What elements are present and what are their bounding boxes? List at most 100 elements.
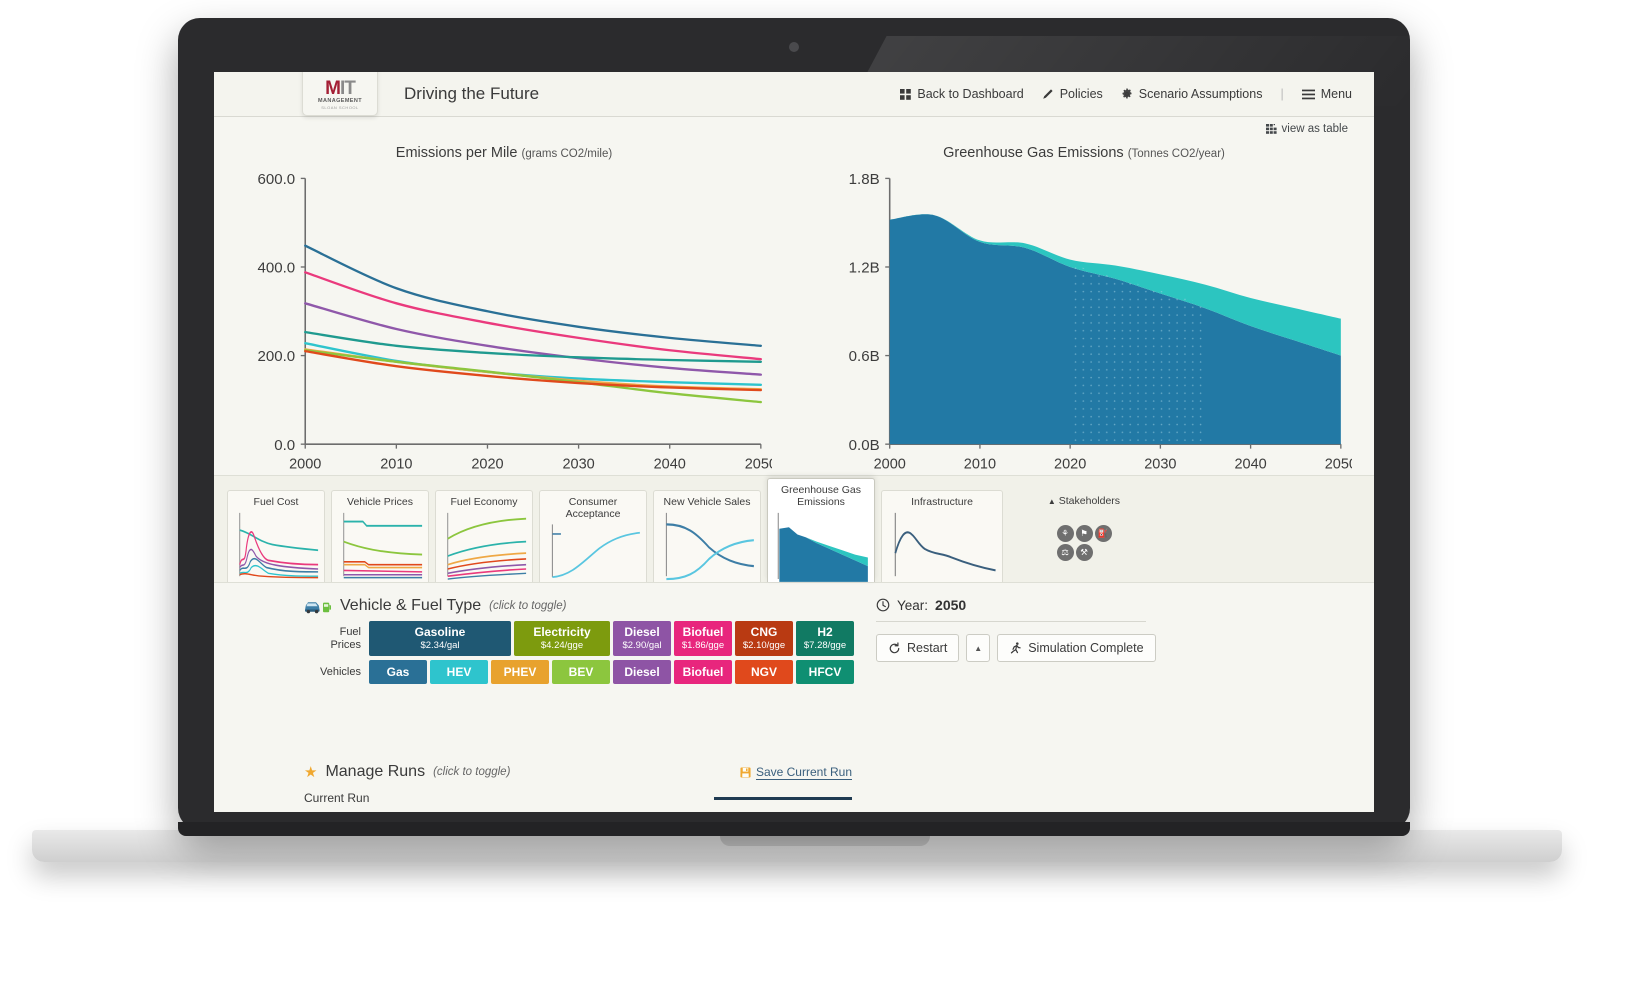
emissions-per-mile-plot: 0.0 200.0 400.0 600.0 2000 2010 2020 2030 2040 20… [257,171,772,473]
car-fuel-icon [304,599,332,614]
nav-scenario-assumptions[interactable]: Scenario Assumptions [1121,87,1263,101]
thumbnail-greenhouse-gas-emissions[interactable]: Greenhouse Gas Emissions [767,478,875,582]
save-current-run-button[interactable]: Save Current Run [740,765,852,780]
thumbnail-sparkline [888,510,998,582]
gear-icon [1121,88,1133,100]
clock-icon [876,598,890,612]
restart-label: Restart [907,641,948,655]
greenhouse-gas-plot: 0.0B 0.6B 1.2B 1.8B 2000 2010 2020 2030 2040 2050 [849,171,1352,473]
fuel-tile-cng[interactable]: CNG $2.10/gge [735,621,793,657]
vehicle-tile-diesel[interactable]: Diesel [613,660,671,685]
fuel-tile-name: H2 [817,625,833,639]
vehicles-row: Vehicles Gas HEV PHEV BEV Diesel Biofuel NGV HF… [304,660,854,685]
charts-row: Emissions per Mile (grams CO2/mile) 0.0 2… [214,141,1374,475]
chart-title-text: Greenhouse Gas Emissions [943,145,1124,161]
nav-label: Policies [1059,87,1103,101]
fuel-tile-price: $7.28/gge [803,639,847,651]
government-icon[interactable]: ⚖ [1056,543,1074,561]
vehicle-fuel-section: Vehicle & Fuel Type (click to toggle) Fu… [214,597,854,747]
leaf-icon[interactable]: ⚘ [1056,524,1074,542]
vehicle-tile-gas[interactable]: Gas [369,660,427,685]
caret-up-icon: ▲ [1047,497,1056,506]
logo-school-text: SLOAN SCHOOL [321,104,359,110]
x-tick-label: 2020 [1054,457,1086,473]
nav-label: Menu [1320,87,1352,101]
simulation-status-button[interactable]: Simulation Complete [997,634,1156,662]
factory-icon[interactable]: ⚑ [1075,524,1093,542]
fuel-tile-gasoline[interactable]: Gasoline $2.34/gal [369,621,511,657]
thumbnail-sparkline [442,510,528,582]
fuel-prices-row: Fuel Prices Gasoline $2.34/gal Electricity… [304,621,854,657]
thumbnail-infrastructure[interactable]: Infrastructure [881,490,1003,582]
thumbnail-sparkline [774,510,870,582]
nav-separator: | [1280,87,1284,101]
y-tick-label: 1.8B [849,171,880,188]
view-as-table-button[interactable]: view as table [1265,123,1348,135]
vehicle-tile-biofuel[interactable]: Biofuel [674,660,732,685]
thumbnail-new-vehicle-sales[interactable]: New Vehicle Sales [653,490,761,582]
x-tick-label: 2010 [964,457,996,473]
vehicle-tile-hev[interactable]: HEV [430,660,488,685]
vehicle-tile-hfcv[interactable]: HFCV [796,660,854,685]
refresh-icon [888,641,901,655]
mit-sloan-logo[interactable]: MIT MANAGEMENT SLOAN SCHOOL [302,72,378,116]
app-header: MIT MANAGEMENT SLOAN SCHOOL Driving the … [214,72,1374,117]
fuel-tile-price: $4.24/gge [540,639,584,651]
fuel-tile-biofuel[interactable]: Biofuel $1.86/gge [674,621,732,657]
thumbnail-sparkline [546,522,642,582]
fuel-tiles: Gasoline $2.34/gal Electricity $4.24/gge Die… [369,621,854,657]
restart-button[interactable]: Restart [876,634,960,662]
vehicle-tile-phev[interactable]: PHEV [491,660,549,685]
oil-icon[interactable]: ⚒ [1075,543,1093,561]
vehicle-tiles: Gas HEV PHEV BEV Diesel Biofuel NGV HFCV [369,660,854,685]
thumbnail-stakeholders[interactable]: ▲ Stakeholders ⚘ ⚑ ⛽ ⚖ ⚒ [1009,490,1159,582]
chart-thumbnail-strip: Fuel Cost Vehicle Prices Fuel Economy Co… [214,475,1374,583]
fuel-tile-name: Biofuel [682,625,724,639]
y-tick-label: 400.0 [257,260,295,277]
y-tick-label: 0.0 [274,437,295,454]
fuel-tile-h2[interactable]: H2 $7.28/gge [796,621,854,657]
thumbnail-sparkline [660,510,756,582]
view-as-table-label: view as table [1281,123,1348,135]
current-run-row: Current Run [304,791,852,805]
x-tick-label: 2030 [1144,457,1176,473]
thumbnail-label: Vehicle Prices [347,496,413,508]
thumbnail-sparkline [234,510,320,582]
fuel-tile-name: Diesel [624,625,660,639]
nav-policies[interactable]: Policies [1042,87,1103,101]
x-tick-label: 2000 [289,457,321,473]
vehicle-fuel-header[interactable]: Vehicle & Fuel Type (click to toggle) [304,597,854,615]
fuel-tile-electricity[interactable]: Electricity $4.24/gge [514,621,610,657]
vehicle-tile-bev[interactable]: BEV [552,660,610,685]
mit-wordmark: MIT [325,78,356,100]
thumbnail-consumer-acceptance[interactable]: Consumer Acceptance [539,490,647,582]
fuel-tile-diesel[interactable]: Diesel $2.90/gal [613,621,671,657]
simulation-section: Year: 2050 Restart ▲ Simulation Complete [854,597,1374,747]
row-label-line1: Fuel [339,625,361,638]
thumbnail-vehicle-prices[interactable]: Vehicle Prices [331,490,429,582]
fuel-tile-price: $1.86/gge [681,639,725,651]
nav-label: Scenario Assumptions [1138,87,1263,101]
x-tick-label: 2050 [1325,457,1352,473]
app-screen: MIT MANAGEMENT SLOAN SCHOOL Driving the … [214,72,1374,812]
webcam-icon [789,42,799,52]
manage-runs-section: ★ Manage Runs (click to toggle) Save Cur… [214,747,1374,805]
fuel-tile-price: $2.10/gge [742,639,786,651]
series-line-bev [304,349,763,404]
stakeholder-icon-group[interactable]: ⚘ ⚑ ⛽ ⚖ ⚒ [1009,509,1159,582]
nav-back-to-dashboard[interactable]: Back to Dashboard [900,87,1024,101]
nav-menu[interactable]: Menu [1301,87,1352,101]
thumbnail-fuel-cost[interactable]: Fuel Cost [227,490,325,582]
thumbnail-label: Greenhouse Gas Emissions [781,484,861,509]
y-tick-label: 200.0 [257,348,295,365]
thumbnail-fuel-economy[interactable]: Fuel Economy [435,490,533,582]
year-value: 2050 [935,597,967,613]
restart-options-button[interactable]: ▲ [966,634,991,662]
manage-runs-header[interactable]: ★ Manage Runs (click to toggle) Save Cur… [304,763,852,781]
pencil-icon [1042,88,1054,100]
x-tick-label: 2030 [562,457,594,473]
x-tick-label: 2050 [745,457,772,473]
y-tick-label: 0.0B [849,437,880,454]
car-icon[interactable]: ⛽ [1094,524,1112,542]
vehicle-tile-ngv[interactable]: NGV [735,660,793,685]
